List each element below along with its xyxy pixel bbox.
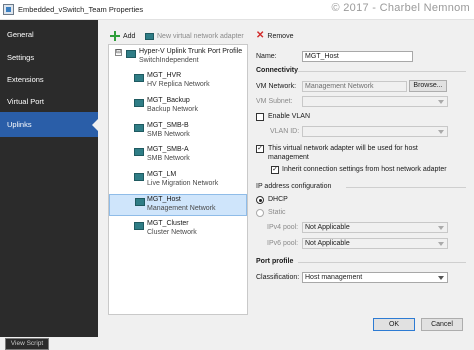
adapter-details-panel: Name: MGT_Host Connectivity VM Network: … [250, 44, 470, 315]
new-virtual-network-adapter-button[interactable]: New virtual network adapter [145, 31, 244, 43]
host-management-label: This virtual network adapter will be use… [268, 145, 418, 152]
window-title: Embedded_vSwitch_Team Properties [18, 5, 144, 14]
divider [298, 71, 466, 72]
sidebar: General Settings Extensions Virtual Port… [0, 20, 98, 350]
ipv6-pool-select: Not Applicable [302, 238, 448, 249]
tree-item-mgt-cluster[interactable]: MGT_Cluster Cluster Network [109, 219, 247, 241]
name-input[interactable]: MGT_Host [302, 51, 413, 62]
remove-x-icon: ✕ [256, 30, 265, 42]
vlan-id-select [302, 126, 448, 137]
dhcp-label: DHCP [268, 196, 288, 203]
vm-subnet-label: VM Subnet: [256, 98, 293, 105]
ipv4-pool-select: Not Applicable [302, 222, 448, 233]
vm-network-field: Management Network [302, 81, 407, 92]
adapter-network: SMB Network [147, 131, 190, 138]
divider [346, 187, 466, 188]
enable-vlan-checkbox[interactable] [256, 113, 264, 121]
network-adapter-icon [134, 148, 144, 156]
adapter-network: Backup Network [147, 106, 198, 113]
network-adapter-icon [134, 74, 144, 82]
chevron-down-icon [438, 100, 444, 104]
chevron-down-icon [438, 242, 444, 246]
vlan-id-label: VLAN ID: [270, 128, 300, 135]
ok-button[interactable]: OK [373, 318, 415, 331]
classification-value: Host management [305, 274, 363, 281]
tree-root-port-profile[interactable]: ⊟ Hyper-V Uplink Trunk Port Profile Swit… [109, 47, 247, 68]
vm-subnet-select [302, 96, 448, 107]
tree-item-mgt-hvr[interactable]: MGT_HVR HV Replica Network [109, 71, 247, 93]
host-management-checkbox[interactable]: ✓ [256, 145, 264, 153]
adapter-network: HV Replica Network [147, 81, 210, 88]
new-adapter-label: New virtual network adapter [157, 33, 244, 40]
connectivity-heading: Connectivity [256, 67, 299, 74]
inherit-settings-checkbox[interactable]: ✓ [271, 166, 279, 174]
tree-item-mgt-smb-b[interactable]: MGT_SMB-B SMB Network [109, 121, 247, 143]
divider [298, 262, 466, 263]
adapter-network: Cluster Network [147, 229, 197, 236]
title-bar: Embedded_vSwitch_Team Properties © 2017 … [0, 0, 474, 20]
adapter-network: SMB Network [147, 155, 190, 162]
static-label: Static [268, 209, 286, 216]
remove-button[interactable]: ✕ Remove [256, 31, 293, 43]
sidebar-item-general[interactable]: General [0, 22, 98, 47]
dhcp-radio[interactable] [256, 196, 264, 204]
network-adapter-icon [145, 32, 154, 40]
network-adapter-icon [134, 124, 144, 132]
tree-root-subtitle: SwitchIndependent [139, 57, 199, 64]
port-profile-heading: Port profile [256, 258, 294, 265]
adapter-name: MGT_HVR [147, 72, 182, 79]
tree-item-mgt-lm[interactable]: MGT_LM Live Migration Network [109, 170, 247, 192]
classification-select[interactable]: Host management [302, 272, 448, 283]
tree-item-mgt-smb-a[interactable]: MGT_SMB-A SMB Network [109, 145, 247, 167]
add-label: Add [123, 33, 136, 40]
ipv4-pool-label: IPv4 pool: [267, 224, 299, 231]
name-label: Name: [256, 53, 277, 60]
static-radio[interactable] [256, 209, 264, 217]
enable-vlan-label: Enable VLAN [268, 113, 311, 120]
network-adapter-icon [134, 222, 144, 230]
ip-config-heading: IP address configuration [256, 183, 332, 190]
network-adapter-icon [134, 99, 144, 107]
adapter-network: Live Migration Network [147, 180, 219, 187]
ipv6-pool-value: Not Applicable [305, 240, 350, 247]
chevron-down-icon [438, 226, 444, 230]
vm-network-label: VM Network: [256, 83, 297, 90]
sidebar-item-uplinks[interactable]: Uplinks [0, 112, 98, 137]
sidebar-item-virtual-port[interactable]: Virtual Port [0, 89, 98, 114]
ipv4-pool-value: Not Applicable [305, 224, 350, 231]
add-icon [110, 31, 120, 42]
adapter-network: Management Network [147, 205, 216, 212]
network-adapter-icon [134, 173, 144, 181]
remove-label: Remove [267, 33, 294, 40]
collapse-icon[interactable]: ⊟ [115, 49, 122, 56]
uplink-tree: ⊟ Hyper-V Uplink Trunk Port Profile Swit… [108, 44, 248, 315]
tree-item-mgt-backup[interactable]: MGT_Backup Backup Network [109, 96, 247, 118]
cancel-button[interactable]: Cancel [421, 318, 463, 331]
add-button[interactable]: Add [110, 31, 135, 43]
tree-item-mgt-host[interactable]: MGT_Host Management Network [109, 194, 247, 216]
tree-root-title: Hyper-V Uplink Trunk Port Profile [139, 48, 243, 55]
ipv6-pool-label: IPv6 pool: [267, 240, 299, 247]
inherit-settings-label: Inherit connection settings from host ne… [282, 166, 447, 173]
adapter-name: MGT_Host [147, 196, 181, 203]
adapter-name: MGT_Backup [147, 97, 190, 104]
window-app-icon [3, 4, 14, 15]
host-management-label-cont: management [268, 154, 309, 161]
network-adapter-icon [135, 198, 145, 206]
browse-button[interactable]: Browse... [409, 80, 447, 92]
adapter-name: MGT_LM [147, 171, 177, 178]
adapter-name: MGT_SMB-B [147, 122, 189, 129]
view-script-button[interactable]: View Script [5, 338, 49, 350]
watermark: © 2017 - Charbel Nemnom [331, 2, 470, 14]
adapter-name: MGT_Cluster [147, 220, 189, 227]
adapter-name: MGT_SMB-A [147, 146, 189, 153]
port-profile-icon [126, 50, 136, 58]
classification-label: Classification: [256, 274, 300, 281]
chevron-down-icon [438, 276, 444, 280]
chevron-down-icon [438, 130, 444, 134]
